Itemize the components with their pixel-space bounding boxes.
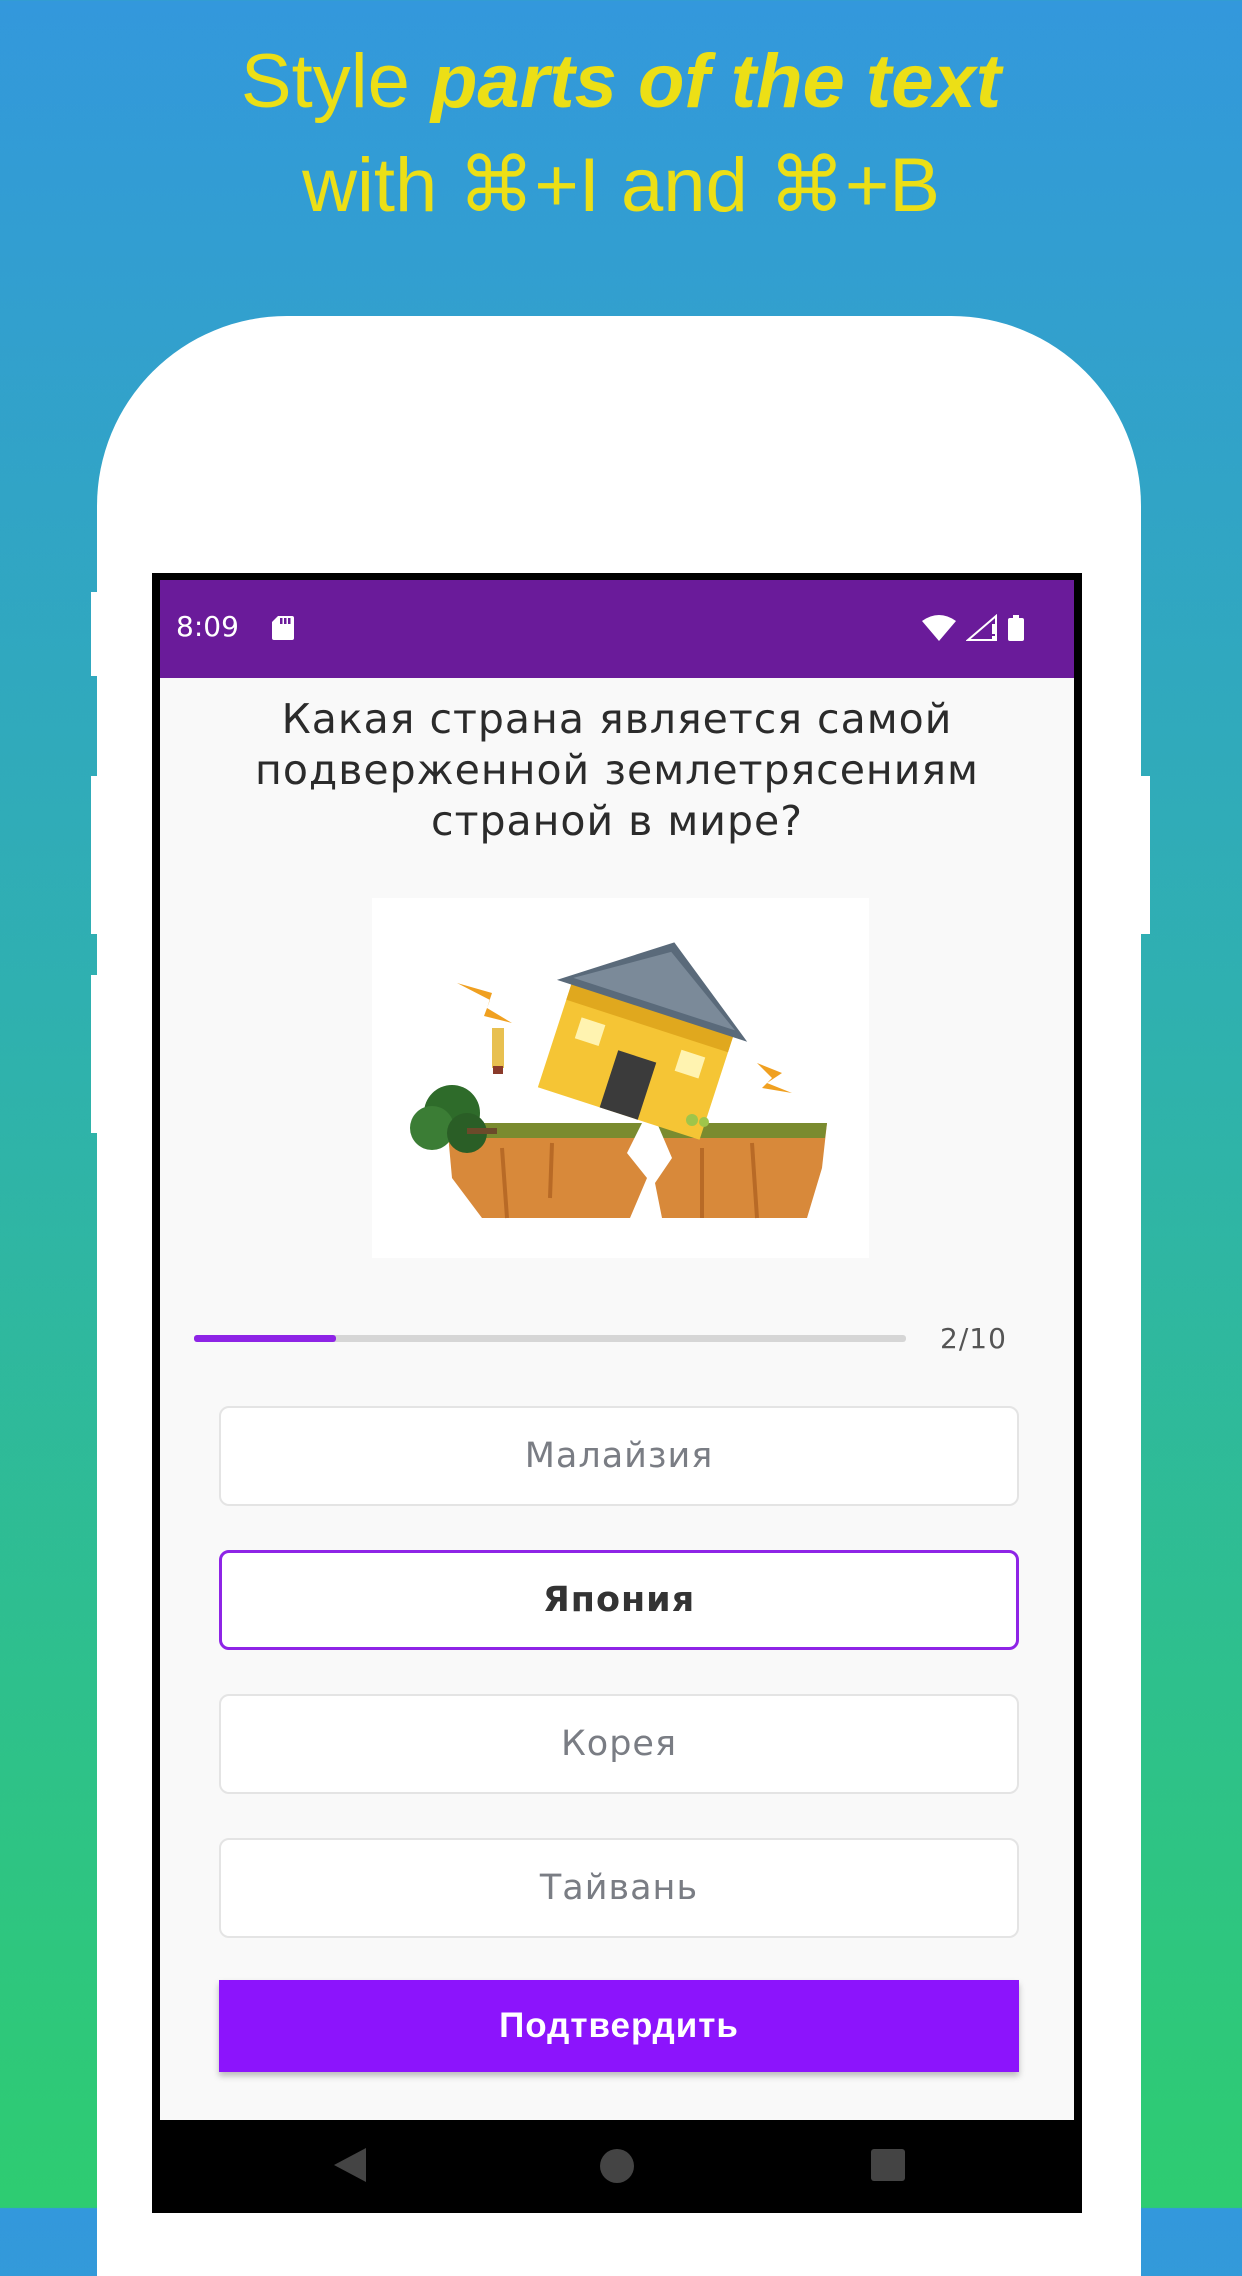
status-icons xyxy=(922,613,1024,646)
quiz-progress-bar xyxy=(194,1335,906,1342)
phone-side-button-left-1 xyxy=(91,592,103,676)
sd-card-icon xyxy=(272,616,294,644)
recents-icon[interactable] xyxy=(870,2148,906,2188)
promo-line-2: with ⌘+I and ⌘+B xyxy=(302,143,940,228)
answer-option-3[interactable]: Корея xyxy=(219,1694,1019,1794)
promo-line-1-plain: Style xyxy=(240,39,431,124)
app-screen: 8:09 Какая страна является самой подверж… xyxy=(160,580,1074,2120)
home-icon[interactable] xyxy=(599,2148,635,2188)
question-text: Какая страна является самой подверженной… xyxy=(255,695,979,845)
phone-side-button-left-3 xyxy=(91,975,103,1133)
status-time: 8:09 xyxy=(176,610,239,643)
back-icon[interactable] xyxy=(332,2148,368,2188)
confirm-button[interactable]: Подтвердить xyxy=(219,1980,1019,2072)
earthquake-illustration xyxy=(372,898,869,1258)
promo-headline: Style parts of the text with ⌘+I and ⌘+B xyxy=(0,30,1242,238)
battery-icon xyxy=(1008,615,1024,645)
answer-option-1[interactable]: Малайзия xyxy=(219,1406,1019,1506)
quiz-progress-fill xyxy=(194,1335,337,1342)
phone-side-button-right xyxy=(1138,776,1150,934)
signal-icon xyxy=(965,613,998,646)
wifi-icon xyxy=(922,615,956,645)
answer-option-2[interactable]: Япония xyxy=(219,1550,1019,1650)
answer-option-4[interactable]: Тайвань xyxy=(219,1838,1019,1938)
promo-line-1-emphasis: parts of the text xyxy=(431,39,1002,124)
system-nav-bar xyxy=(152,2120,1082,2208)
quiz-progress-label: 2/10 xyxy=(940,1322,1007,1355)
phone-side-button-left-2 xyxy=(91,776,103,934)
promo-line-1: Style parts of the text xyxy=(0,30,1242,134)
status-bar: 8:09 xyxy=(160,580,1074,678)
